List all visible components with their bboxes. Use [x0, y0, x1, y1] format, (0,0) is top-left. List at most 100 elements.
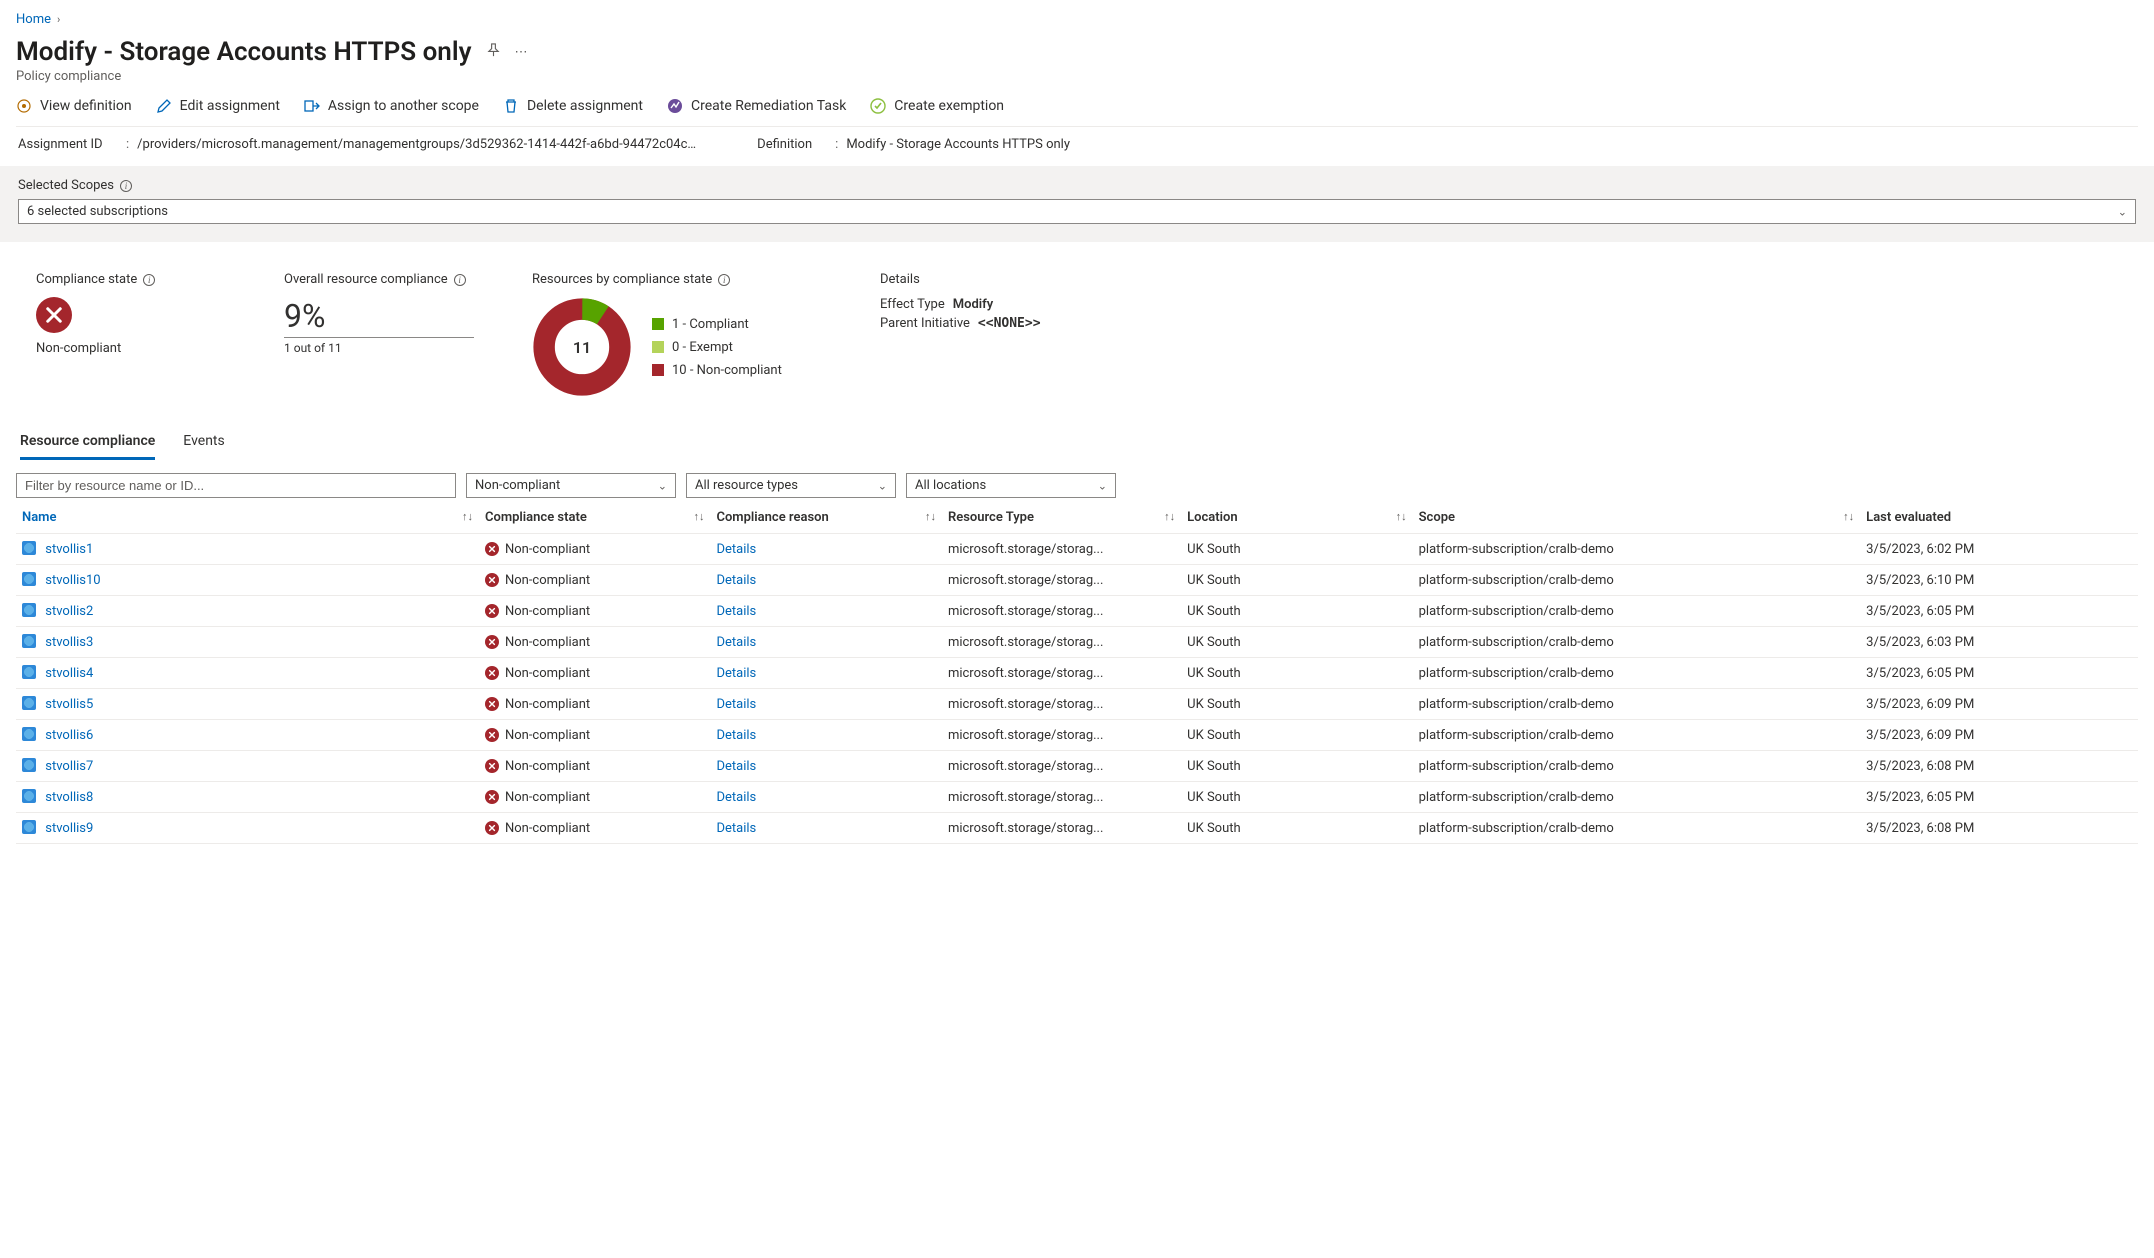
compliance-reason-link[interactable]: Details [716, 790, 756, 805]
resource-name-link[interactable]: stvollis2 [45, 604, 93, 619]
compliance-filter-dropdown[interactable]: Non-compliant ⌄ [466, 473, 676, 498]
compliance-reason-link[interactable]: Details [716, 573, 756, 588]
resource-name-link[interactable]: stvollis9 [45, 821, 93, 836]
resource-name-link[interactable]: stvollis6 [45, 728, 93, 743]
col-header-state[interactable]: Compliance state ↑↓ [479, 502, 710, 534]
col-header-type[interactable]: Resource Type ↑↓ [942, 502, 1181, 534]
create-remediation-label: Create Remediation Task [691, 98, 846, 114]
compliance-state-value: Non-compliant [36, 341, 236, 356]
overall-compliance-title: Overall resource compliance [284, 272, 448, 287]
col-header-name[interactable]: Name ↑↓ [16, 502, 479, 534]
create-exemption-button[interactable]: Create exemption [870, 98, 1004, 114]
noncompliant-status-icon [485, 728, 499, 742]
info-icon[interactable]: i [718, 274, 730, 286]
legend-compliant: 1 - Compliant [672, 317, 749, 332]
resource-name-link[interactable]: stvollis8 [45, 790, 93, 805]
chevron-down-icon: ⌄ [658, 479, 667, 492]
page-title: Modify - Storage Accounts HTTPS only [16, 37, 472, 67]
page-subtitle: Policy compliance [16, 69, 2138, 84]
compliance-reason-link[interactable]: Details [716, 542, 756, 557]
info-icon[interactable]: i [120, 180, 132, 192]
breadcrumb-home-link[interactable]: Home [16, 12, 51, 27]
noncompliant-status-icon [485, 790, 499, 804]
storage-account-icon [22, 572, 36, 586]
view-definition-label: View definition [40, 98, 132, 114]
edit-assignment-label: Edit assignment [180, 98, 280, 114]
noncompliant-status-icon [485, 604, 499, 618]
location-text: UK South [1181, 565, 1412, 596]
resource-name-link[interactable]: stvollis4 [45, 666, 93, 681]
compliance-reason-link[interactable]: Details [716, 697, 756, 712]
compliance-reason-link[interactable]: Details [716, 728, 756, 743]
col-header-evaluated[interactable]: Last evaluated [1860, 502, 2138, 534]
compliance-reason-link[interactable]: Details [716, 666, 756, 681]
legend-noncompliant: 10 - Non-compliant [672, 363, 782, 378]
effect-type-label: Effect Type [880, 297, 945, 312]
edit-assignment-button[interactable]: Edit assignment [156, 98, 280, 114]
scope-text: platform-subscription/cralb-demo [1413, 720, 1861, 751]
essentials-panel: Assignment ID : /providers/microsoft.man… [16, 127, 2138, 166]
table-row[interactable]: stvollis9 Non-compliant Details microsof… [16, 813, 2138, 844]
storage-account-icon [22, 603, 36, 617]
tab-resource-compliance[interactable]: Resource compliance [20, 425, 155, 460]
last-evaluated-text: 3/5/2023, 6:09 PM [1860, 689, 2138, 720]
table-row[interactable]: stvollis2 Non-compliant Details microsof… [16, 596, 2138, 627]
table-row[interactable]: stvollis10 Non-compliant Details microso… [16, 565, 2138, 596]
legend-exempt: 0 - Exempt [672, 340, 733, 355]
overall-compliance-sub: 1 out of 11 [284, 337, 474, 355]
resource-filter-input[interactable] [16, 473, 456, 498]
delete-assignment-button[interactable]: Delete assignment [503, 98, 643, 114]
view-definition-button[interactable]: View definition [16, 98, 132, 114]
table-row[interactable]: stvollis1 Non-compliant Details microsof… [16, 534, 2138, 565]
legend-swatch-exempt [652, 341, 664, 353]
resource-type-filter-dropdown[interactable]: All resource types ⌄ [686, 473, 896, 498]
resource-name-link[interactable]: stvollis5 [45, 697, 93, 712]
sort-icon: ↑↓ [693, 510, 704, 523]
compliance-reason-link[interactable]: Details [716, 635, 756, 650]
resource-type-text: microsoft.storage/storag... [942, 534, 1181, 565]
col-header-scope[interactable]: Scope ↑↓ [1413, 502, 1861, 534]
table-row[interactable]: stvollis5 Non-compliant Details microsof… [16, 689, 2138, 720]
location-filter-dropdown[interactable]: All locations ⌄ [906, 473, 1116, 498]
location-filter-value: All locations [915, 478, 986, 493]
location-text: UK South [1181, 689, 1412, 720]
location-text: UK South [1181, 782, 1412, 813]
col-header-reason[interactable]: Compliance reason ↑↓ [710, 502, 941, 534]
table-row[interactable]: stvollis8 Non-compliant Details microsof… [16, 782, 2138, 813]
definition-label: Definition [757, 137, 827, 152]
pin-icon[interactable] [486, 43, 501, 62]
table-row[interactable]: stvollis3 Non-compliant Details microsof… [16, 627, 2138, 658]
compliance-reason-link[interactable]: Details [716, 759, 756, 774]
noncompliant-status-icon [485, 573, 499, 587]
scope-text: platform-subscription/cralb-demo [1413, 658, 1861, 689]
resource-name-link[interactable]: stvollis7 [45, 759, 93, 774]
create-remediation-button[interactable]: Create Remediation Task [667, 98, 846, 114]
resource-name-link[interactable]: stvollis3 [45, 635, 93, 650]
scope-text: platform-subscription/cralb-demo [1413, 627, 1861, 658]
more-icon[interactable]: ⋯ [515, 45, 528, 60]
scope-text: platform-subscription/cralb-demo [1413, 751, 1861, 782]
assign-scope-button[interactable]: Assign to another scope [304, 98, 479, 114]
scope-text: platform-subscription/cralb-demo [1413, 596, 1861, 627]
target-icon [16, 98, 32, 114]
compliance-reason-link[interactable]: Details [716, 604, 756, 619]
table-row[interactable]: stvollis6 Non-compliant Details microsof… [16, 720, 2138, 751]
selected-scopes-dropdown[interactable]: 6 selected subscriptions ⌄ [18, 199, 2136, 224]
noncompliant-status-icon [485, 821, 499, 835]
table-row[interactable]: stvollis7 Non-compliant Details microsof… [16, 751, 2138, 782]
resource-type-text: microsoft.storage/storag... [942, 565, 1181, 596]
resource-name-link[interactable]: stvollis10 [45, 573, 100, 588]
resource-name-link[interactable]: stvollis1 [45, 542, 93, 557]
chevron-down-icon: ⌄ [1098, 479, 1107, 492]
table-row[interactable]: stvollis4 Non-compliant Details microsof… [16, 658, 2138, 689]
compliance-state-text: Non-compliant [505, 759, 590, 774]
resource-type-text: microsoft.storage/storag... [942, 782, 1181, 813]
info-icon[interactable]: i [454, 274, 466, 286]
details-title: Details [880, 272, 920, 287]
storage-account-icon [22, 727, 36, 741]
info-icon[interactable]: i [143, 274, 155, 286]
compliance-reason-link[interactable]: Details [716, 821, 756, 836]
col-header-location[interactable]: Location ↑↓ [1181, 502, 1412, 534]
delete-assignment-label: Delete assignment [527, 98, 643, 114]
tab-events[interactable]: Events [183, 425, 224, 460]
